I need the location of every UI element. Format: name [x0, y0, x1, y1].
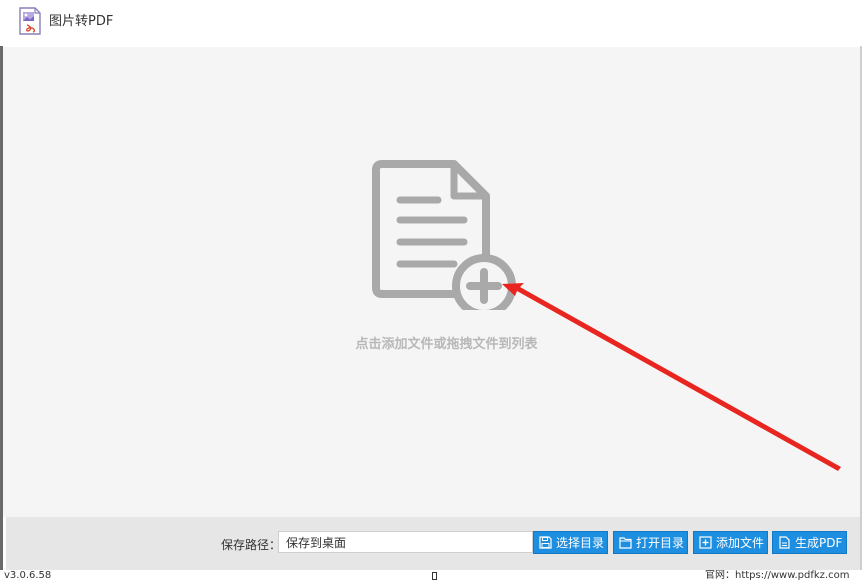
status-bar: v3.0.6.58 官网：https://www.pdfkz.com [0, 570, 867, 580]
plus-square-icon [699, 536, 712, 549]
title-bar: 图片转PDF [0, 0, 867, 46]
folder-icon [619, 537, 632, 549]
generate-pdf-button[interactable]: 生成PDF [772, 531, 847, 554]
website-link[interactable]: 官网：https://www.pdfkz.com [705, 571, 849, 580]
choose-directory-button[interactable]: 选择目录 [533, 531, 608, 554]
export-document-icon [779, 536, 790, 549]
window-right-border [860, 46, 862, 571]
add-document-icon[interactable] [370, 160, 525, 310]
app-title: 图片转PDF [49, 14, 114, 29]
save-disk-icon [539, 536, 552, 549]
app-logo-icon [19, 7, 41, 35]
add-file-label: 添加文件 [716, 536, 765, 550]
version-text: v3.0.6.58 [4, 570, 52, 580]
generate-pdf-label: 生成PDF [795, 536, 843, 550]
add-file-button[interactable]: 添加文件 [693, 531, 768, 554]
drop-hint-text[interactable]: 点击添加文件或拖拽文件到列表 [3, 333, 867, 352]
bottom-toolbar: 保存路径： 选择目录 打开目录 添加文件 生成PDF [6, 517, 860, 570]
open-directory-label: 打开目录 [636, 536, 685, 550]
open-directory-button[interactable]: 打开目录 [613, 531, 688, 554]
choose-directory-label: 选择目录 [556, 536, 605, 550]
save-path-label: 保存路径： [221, 538, 282, 552]
status-indicator-icon [432, 572, 437, 580]
save-path-input[interactable] [278, 531, 533, 553]
